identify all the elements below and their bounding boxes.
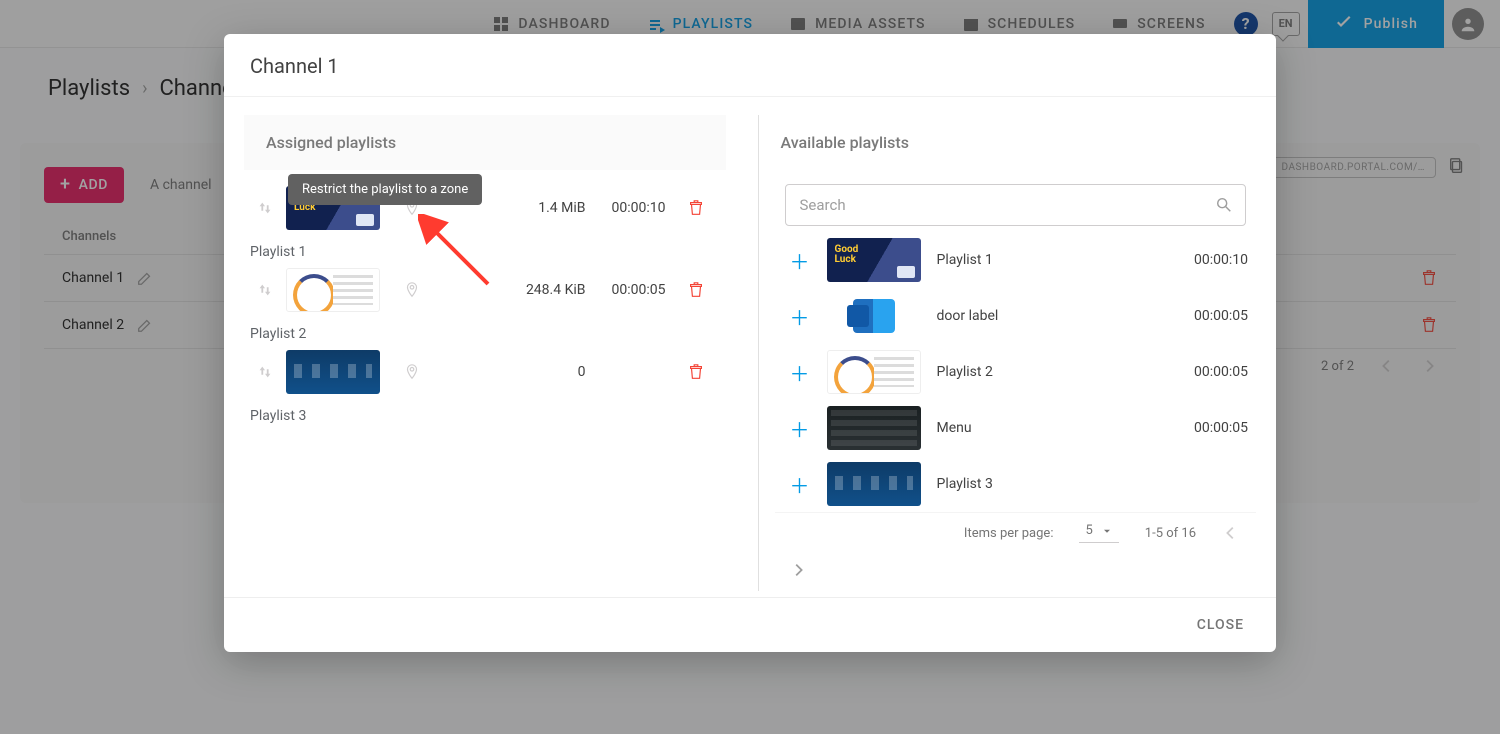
- playlist-name: Playlist 1: [937, 252, 1159, 268]
- playlist-name: Playlist 2: [250, 326, 722, 342]
- swap-vert-icon: [256, 281, 274, 299]
- playlist-duration: 00:00:05: [1168, 364, 1248, 380]
- search-input[interactable]: [798, 185, 1206, 225]
- playlist-name: door label: [937, 308, 1159, 324]
- assigned-row: Restrict the playlist to a zone 1.4 MiB: [248, 178, 722, 238]
- playlist-name: Menu: [937, 420, 1159, 436]
- location-icon: [403, 363, 421, 381]
- zone-button[interactable]: [392, 363, 432, 381]
- playlist-thumbnail: [286, 350, 380, 394]
- close-label: CLOSE: [1197, 617, 1244, 633]
- swap-vert-icon: [256, 363, 274, 381]
- channel-modal: Channel 1 Assigned playlists Restrict th…: [224, 34, 1276, 652]
- drag-handle[interactable]: [254, 281, 276, 299]
- playlist-name: Playlist 3: [250, 408, 722, 424]
- available-row: ＋ Playlist 2 00:00:05: [775, 344, 1257, 400]
- playlist-size: 0: [498, 364, 586, 380]
- playlist-name: Playlist 2: [937, 364, 1159, 380]
- remove-button[interactable]: [676, 281, 716, 299]
- remove-button[interactable]: [676, 199, 716, 217]
- assigned-column: Assigned playlists Restrict the playlist…: [244, 115, 726, 591]
- items-range: 1-5 of 16: [1145, 526, 1196, 541]
- trash-icon: [687, 363, 705, 381]
- chevron-right-icon: [789, 561, 807, 579]
- playlist-thumbnail: [827, 406, 921, 450]
- search-field[interactable]: [785, 184, 1247, 226]
- items-per-page-label: Items per page:: [964, 526, 1054, 541]
- available-header: Available playlists: [775, 115, 1257, 170]
- available-pagination: Items per page: 5 1-5 of 16: [775, 512, 1257, 553]
- search-icon: [1215, 196, 1233, 214]
- add-playlist-button[interactable]: ＋: [783, 470, 817, 499]
- drag-handle[interactable]: [254, 199, 276, 217]
- items-per-page-select[interactable]: 5: [1079, 523, 1118, 543]
- drag-handle[interactable]: [254, 363, 276, 381]
- close-button[interactable]: CLOSE: [1191, 616, 1250, 634]
- modal-footer: CLOSE: [224, 597, 1276, 652]
- available-column: Available playlists ＋Playlist 100:00:10＋…: [758, 115, 1257, 591]
- playlist-duration: 00:00:10: [596, 200, 666, 216]
- dropdown-icon: [1101, 525, 1113, 537]
- trash-icon: [687, 199, 705, 217]
- playlist-duration: 00:00:05: [596, 282, 666, 298]
- items-per-page-value: 5: [1085, 523, 1092, 538]
- playlist-thumbnail: [827, 350, 921, 394]
- playlistners-thumbnail: [286, 268, 380, 312]
- modal-title: Channel 1: [224, 34, 1276, 97]
- playlist-size: 1.4 MiB: [498, 200, 586, 216]
- add-playlist-button[interactable]: ＋: [783, 358, 817, 387]
- modal-scrim[interactable]: Channel 1 Assigned playlists Restrict th…: [0, 0, 1500, 734]
- playlist-thumbnail: [827, 294, 921, 338]
- playlist-name: Playlist 3: [937, 476, 1159, 492]
- assigned-header: Assigned playlists: [244, 115, 726, 170]
- available-row: ＋ Playlist 1 00:00:10: [775, 232, 1257, 288]
- assigned-row: 0: [248, 342, 722, 402]
- add-playlist-button[interactable]: ＋: [783, 302, 817, 331]
- available-row: ＋ door label 00:00:05: [775, 288, 1257, 344]
- add-playlist-button[interactable]: ＋: [783, 246, 817, 275]
- zone-tooltip: Restrict the playlist to a zone: [288, 174, 482, 205]
- add-playlist-button[interactable]: ＋: [783, 414, 817, 443]
- playlist-thumbnail: [827, 238, 921, 282]
- page-next-row[interactable]: [775, 553, 1257, 591]
- playlist-thumbnail: [827, 462, 921, 506]
- trash-icon: [687, 281, 705, 299]
- playlist-duration: 00:00:10: [1168, 252, 1248, 268]
- page-prev-icon[interactable]: [1222, 524, 1240, 542]
- playlist-duration: 00:00:05: [1168, 308, 1248, 324]
- annotation-arrow: [418, 214, 498, 294]
- available-row: ＋ Menu 00:00:05: [775, 400, 1257, 456]
- remove-button[interactable]: [676, 363, 716, 381]
- playlist-size: 248.4 KiB: [498, 282, 586, 298]
- swap-vert-icon: [256, 199, 274, 217]
- playlist-duration: 00:00:05: [1168, 420, 1248, 436]
- available-row: ＋ Playlist 3: [775, 456, 1257, 512]
